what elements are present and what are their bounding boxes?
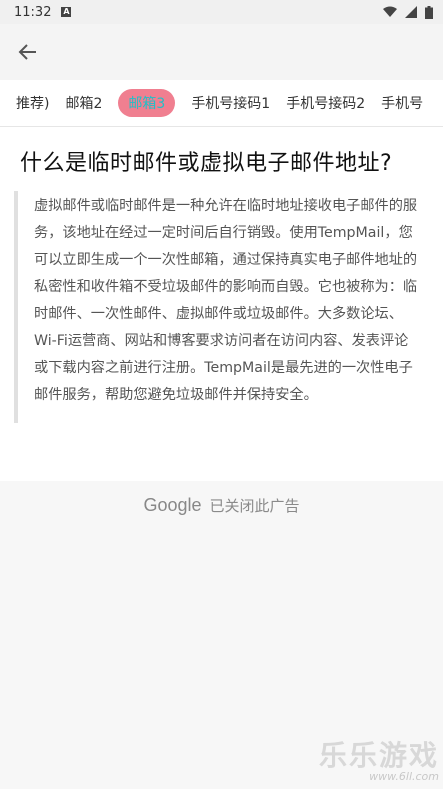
article-quote: 虚拟邮件或临时邮件是一种允许在临时地址接收电子邮件的服务，该地址在经过一定时间后… <box>14 191 423 423</box>
tab-phone-code-2[interactable]: 手机号接码2 <box>278 93 373 113</box>
ad-closed-text: 已关闭此广告 <box>209 497 300 515</box>
tab-mailbox-3[interactable]: 邮箱3 <box>118 89 176 117</box>
google-logo: Google <box>143 495 202 515</box>
wifi-icon <box>383 6 397 17</box>
ad-area: Google 已关闭此广告 乐乐游戏 www.6ll.com <box>0 481 443 789</box>
article-title: 什么是临时邮件或虚拟电子邮件地址? <box>20 151 393 176</box>
tab-strip: 推荐) 邮箱2 邮箱3 手机号接码1 手机号接码2 手机号 <box>0 80 443 127</box>
status-time: 11:32 <box>14 4 52 20</box>
status-left: 11:32 A <box>14 4 72 20</box>
watermark-main: 乐乐游戏 <box>318 739 439 772</box>
tab-recommend[interactable]: 推荐) <box>0 93 57 113</box>
tab-mailbox-2[interactable]: 邮箱2 <box>57 93 110 113</box>
status-bar: 11:32 A <box>0 0 443 24</box>
watermark: 乐乐游戏 www.6ll.com <box>319 734 439 783</box>
notification-icon: A <box>61 7 72 17</box>
ad-closed-notice: Google 已关闭此广告 <box>0 495 443 516</box>
app-bar <box>0 24 443 80</box>
battery-icon <box>425 5 433 19</box>
article-body: 虚拟邮件或临时邮件是一种允许在临时地址接收电子邮件的服务，该地址在经过一定时间后… <box>34 198 418 403</box>
back-button[interactable] <box>14 38 42 66</box>
status-right <box>383 5 433 19</box>
tab-phone-code-1[interactable]: 手机号接码1 <box>183 93 278 113</box>
article: 什么是临时邮件或虚拟电子邮件地址? 虚拟邮件或临时邮件是一种允许在临时地址接收电… <box>0 127 443 423</box>
signal-icon <box>405 6 417 18</box>
tab-phone-more[interactable]: 手机号 <box>373 93 431 113</box>
arrow-left-icon <box>18 44 36 60</box>
